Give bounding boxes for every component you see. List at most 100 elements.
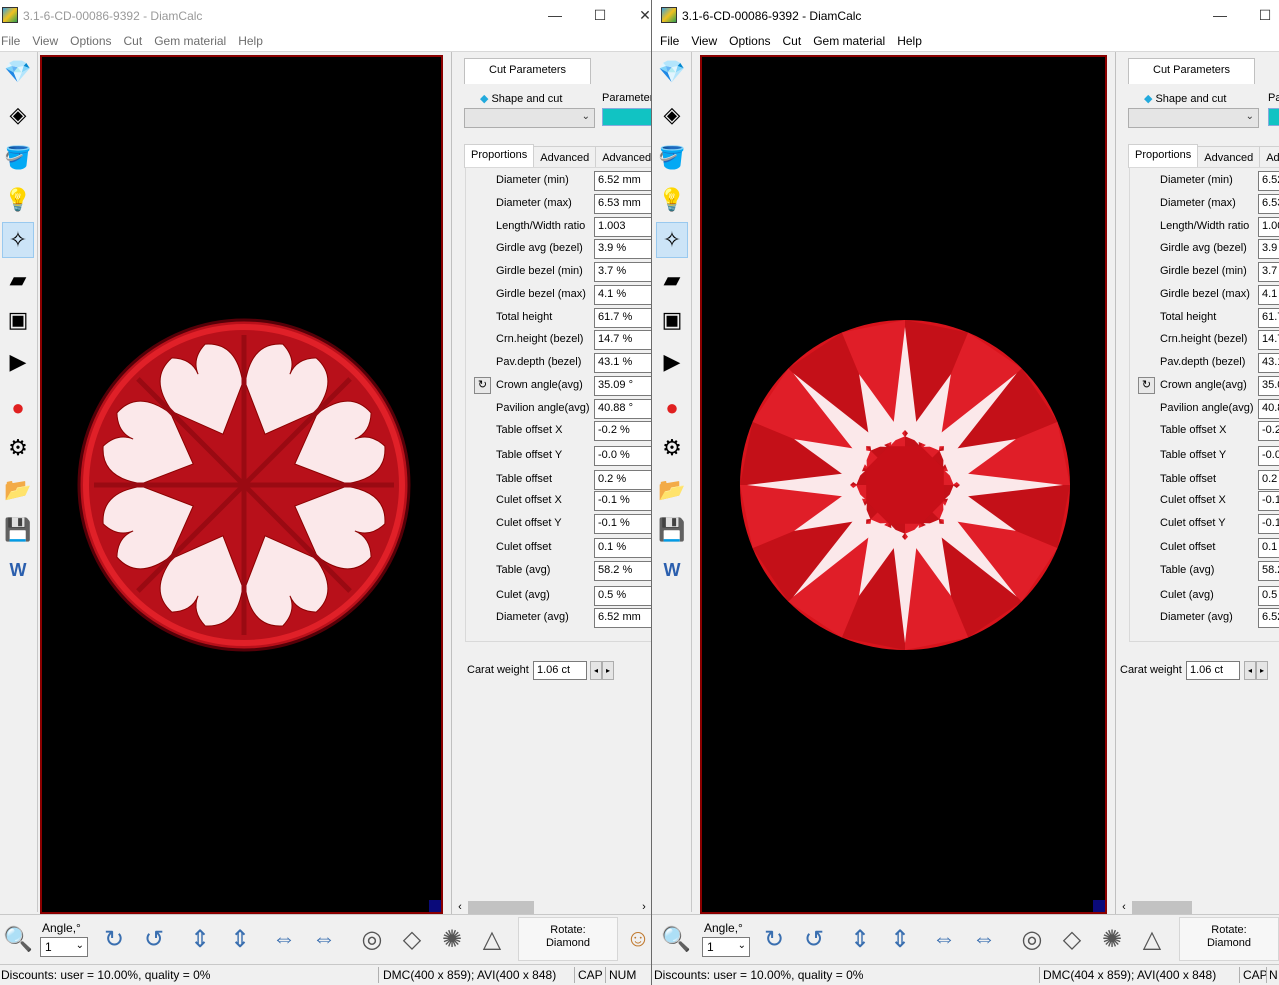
flip-v2-icon[interactable]: ⇕ xyxy=(882,921,918,957)
top-view-icon[interactable]: ◎ xyxy=(1014,921,1050,957)
proportion-value[interactable]: -0.2 xyxy=(1258,421,1279,441)
save-icon[interactable]: 💾 xyxy=(2,512,34,548)
proportion-value[interactable]: 58.2 xyxy=(1258,561,1279,581)
proportion-value[interactable]: 14.7 % xyxy=(594,330,651,350)
proportion-value[interactable]: -0.1 xyxy=(1258,514,1279,534)
menu-options[interactable]: Options xyxy=(70,31,111,51)
open-folder-icon[interactable]: 📂 xyxy=(2,472,34,508)
carat-increase-button[interactable]: ▸ xyxy=(602,661,614,680)
sparkle-diamond-icon[interactable]: ✧ xyxy=(656,222,688,258)
zoom-icon[interactable]: 🔍 xyxy=(658,921,694,957)
diamond-view-icon[interactable]: 💎 xyxy=(656,54,688,90)
scroll-right-icon[interactable]: › xyxy=(636,899,651,914)
minimize-button[interactable]: — xyxy=(540,4,570,26)
menu-gem-material[interactable]: Gem material xyxy=(813,31,885,51)
scroll-left-icon[interactable]: ‹ xyxy=(1116,899,1132,914)
menu-gem-material[interactable]: Gem material xyxy=(154,31,226,51)
proportion-value[interactable]: -0.1 xyxy=(1258,491,1279,511)
close-button[interactable]: ✕ xyxy=(630,4,651,26)
menu-file[interactable]: File xyxy=(1,31,20,51)
video-record-icon[interactable]: ● xyxy=(656,390,688,426)
proportion-value[interactable]: 0.1 % xyxy=(594,538,651,558)
proportion-value[interactable]: 14.7 xyxy=(1258,330,1279,350)
tab-proportions[interactable]: Proportions xyxy=(1128,144,1199,168)
proportion-value[interactable]: 61.7 % xyxy=(594,308,651,328)
scroll-thumb[interactable] xyxy=(468,901,534,914)
carat-decrease-button[interactable]: ◂ xyxy=(590,661,602,680)
diamond-view[interactable] xyxy=(40,55,443,914)
proportion-value[interactable]: 43.1 % xyxy=(594,353,651,373)
proportion-value[interactable]: 61.7 xyxy=(1258,308,1279,328)
proportion-value[interactable]: 1.003 xyxy=(594,217,651,237)
screenshot-icon[interactable]: ▣ xyxy=(2,302,34,338)
proportion-value[interactable]: 0.5 xyxy=(1258,586,1279,606)
light-bulb-icon[interactable]: 💡 xyxy=(2,182,34,218)
tab-advanced[interactable]: Advanced xyxy=(533,146,597,168)
zoom-icon[interactable]: 🔍 xyxy=(0,921,36,957)
proportion-value[interactable]: 6.52 xyxy=(1258,608,1279,628)
tab-cut-parameters[interactable]: Cut Parameters xyxy=(464,58,592,84)
crown-view-icon[interactable]: △ xyxy=(1134,921,1170,957)
rotate-ccw-icon[interactable]: ↺ xyxy=(136,921,172,957)
proportion-value[interactable]: 40.88 ° xyxy=(594,399,651,419)
proportion-value[interactable]: 3.7 xyxy=(1258,262,1279,282)
minimize-button[interactable]: — xyxy=(1205,4,1235,26)
horizontal-scrollbar[interactable]: ‹ xyxy=(1116,899,1279,914)
proportion-value[interactable]: -0.1 % xyxy=(594,491,651,511)
angle-select[interactable]: 1 ⌄ xyxy=(702,937,750,957)
tab-proportions[interactable]: Proportions xyxy=(464,144,535,168)
lock-icon[interactable]: ↻ xyxy=(1138,377,1155,394)
spectrum-icon[interactable]: ▰ xyxy=(2,262,34,298)
lock-icon[interactable]: ↻ xyxy=(474,377,491,394)
proportion-value[interactable]: -0.0 % xyxy=(594,446,651,466)
proportion-value[interactable]: 6.52 xyxy=(1258,171,1279,191)
flip-v-icon[interactable]: ⇕ xyxy=(842,921,878,957)
carat-decrease-button[interactable]: ◂ xyxy=(1244,661,1256,680)
proportion-value[interactable]: 6.52 mm xyxy=(594,608,651,628)
proportion-value[interactable]: 6.53 xyxy=(1258,194,1279,214)
diamond-settings-icon[interactable]: ⚙ xyxy=(656,430,688,466)
tab-cut-parameters[interactable]: Cut Parameters xyxy=(1128,58,1256,84)
maximize-button[interactable]: ☐ xyxy=(1250,4,1279,26)
angle-select[interactable]: 1 ⌄ xyxy=(40,937,88,957)
menu-help[interactable]: Help xyxy=(897,31,922,51)
shape-select[interactable]: ⌄ xyxy=(1128,108,1259,128)
maximize-button[interactable]: ☐ xyxy=(585,4,615,26)
scroll-thumb[interactable] xyxy=(1132,901,1192,914)
word-export-icon[interactable]: W xyxy=(656,552,688,588)
carat-weight-field[interactable]: 1.06 ct xyxy=(1186,661,1240,680)
paint-bucket-icon[interactable]: 🪣 xyxy=(656,140,688,176)
proportion-value[interactable]: 40.8 xyxy=(1258,399,1279,419)
rotate-mode[interactable]: Rotate: Diamond xyxy=(518,917,618,961)
flip-h2-icon[interactable]: ⇔ xyxy=(966,921,1002,957)
sparkle-diamond-icon[interactable]: ✧ xyxy=(2,222,34,258)
parameter-value[interactable]: 1 xyxy=(602,108,651,126)
light-bulb-icon[interactable]: 💡 xyxy=(656,182,688,218)
diamond-view-icon[interactable]: 💎 xyxy=(2,54,34,90)
word-export-icon[interactable]: W xyxy=(2,552,34,588)
menu-cut[interactable]: Cut xyxy=(124,31,143,51)
crown-view-icon[interactable]: △ xyxy=(474,921,510,957)
flip-v-icon[interactable]: ⇕ xyxy=(182,921,218,957)
menu-options[interactable]: Options xyxy=(729,31,770,51)
rotate-ccw-icon[interactable]: ↺ xyxy=(796,921,832,957)
rotate-mode[interactable]: Rotate: Diamond xyxy=(1179,917,1279,961)
diamond-settings-icon[interactable]: ⚙ xyxy=(2,430,34,466)
menu-file[interactable]: File xyxy=(660,31,679,51)
menu-view[interactable]: View xyxy=(691,31,717,51)
flip-h2-icon[interactable]: ⇔ xyxy=(306,921,342,957)
menu-help[interactable]: Help xyxy=(238,31,263,51)
proportion-value[interactable]: -0.2 % xyxy=(594,421,651,441)
save-icon[interactable]: 💾 xyxy=(656,512,688,548)
proportion-value[interactable]: 35.0 xyxy=(1258,376,1279,396)
proportion-value[interactable]: 0.2 xyxy=(1258,470,1279,490)
proportion-value[interactable]: 4.1 xyxy=(1258,285,1279,305)
spectrum-icon[interactable]: ▰ xyxy=(656,262,688,298)
menu-view[interactable]: View xyxy=(32,31,58,51)
proportion-value[interactable]: 0.5 % xyxy=(594,586,651,606)
proportion-value[interactable]: 6.53 mm xyxy=(594,194,651,214)
paint-bucket-icon[interactable]: 🪣 xyxy=(2,140,34,176)
proportion-value[interactable]: 4.1 % xyxy=(594,285,651,305)
proportion-value[interactable]: 43.1 xyxy=(1258,353,1279,373)
flip-v2-icon[interactable]: ⇕ xyxy=(222,921,258,957)
